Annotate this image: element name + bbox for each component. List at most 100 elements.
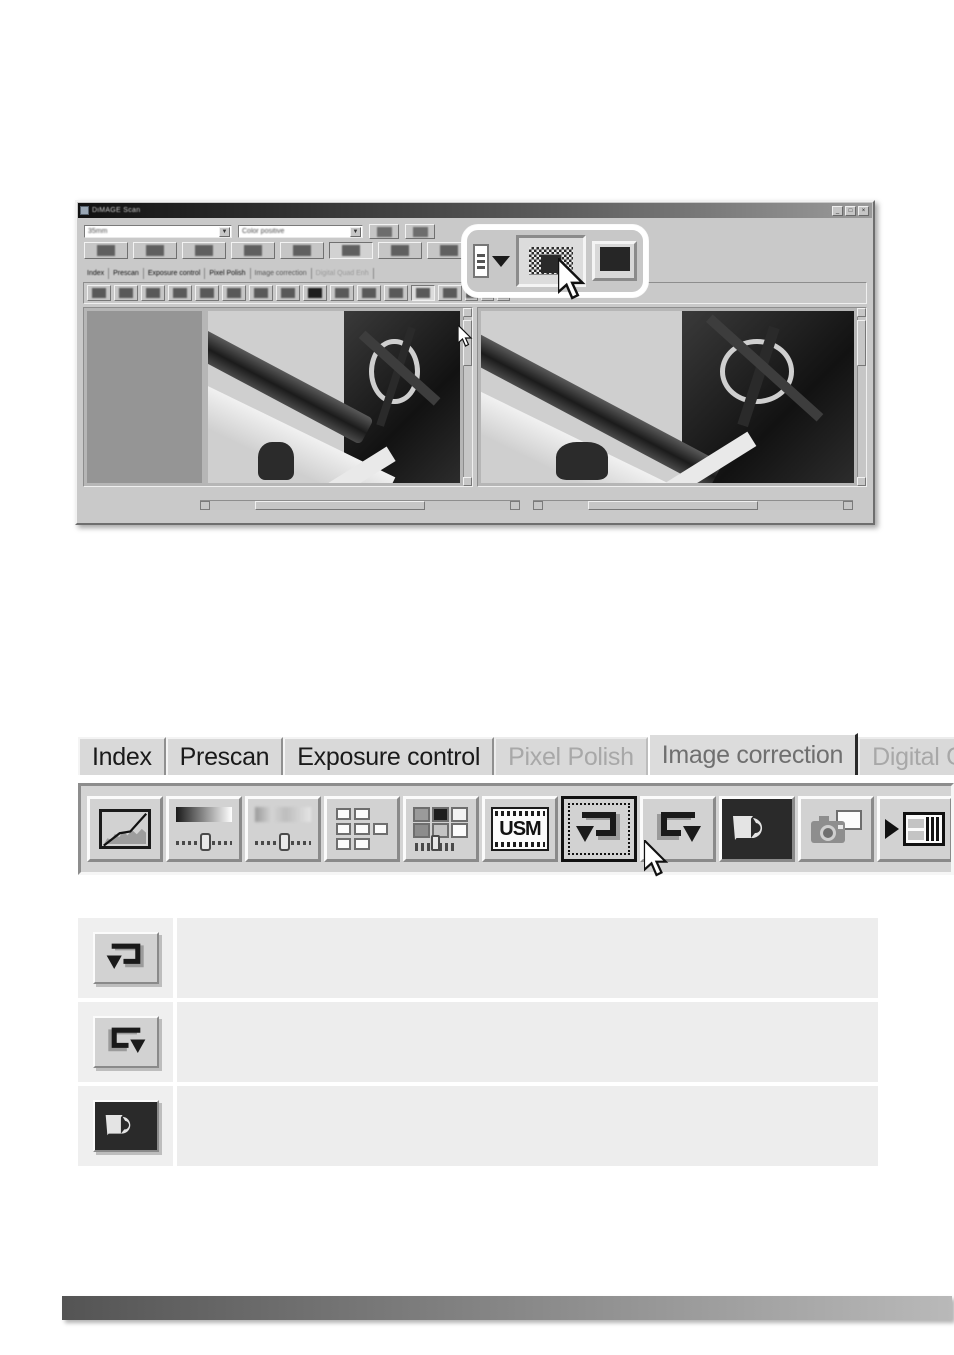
hue-saturation-button[interactable] (245, 796, 321, 862)
tone-curve-histogram-button[interactable] (87, 796, 163, 862)
film-format-combo[interactable]: 35mm ▼ (84, 225, 232, 238)
batch-button[interactable] (877, 796, 951, 862)
close-button[interactable]: × (858, 205, 869, 216)
film-type-combo[interactable]: Color positive ▼ (238, 225, 363, 238)
monitor-button[interactable] (405, 224, 435, 239)
undo-arrow-icon (576, 812, 620, 842)
toolbar-button-variation[interactable] (168, 285, 192, 301)
redo-button[interactable] (92, 1016, 159, 1068)
settings-button[interactable] (369, 224, 399, 239)
film-type-value: Color positive (242, 228, 285, 235)
tab-bar: Index Prescan Exposure control Pixel Pol… (78, 733, 954, 775)
chevron-down-icon[interactable] (492, 255, 510, 267)
play-film-icon (885, 807, 945, 851)
table-row (78, 918, 878, 998)
scroll-down-arrow[interactable] (463, 477, 472, 486)
dithered-preview-button[interactable] (516, 235, 587, 287)
tab-pixel-polish[interactable]: Pixel Polish (494, 737, 648, 775)
window-tab-pixel-polish[interactable]: Pixel Polish (205, 268, 251, 279)
undo-icon (254, 288, 268, 298)
chevron-down-icon[interactable]: ▼ (219, 227, 230, 237)
reset-button[interactable] (92, 1100, 159, 1152)
toolbar-button-monitor[interactable] (438, 285, 462, 301)
toolbar-button-brightness-contrast[interactable] (114, 285, 138, 301)
toolbar-button-tone-curve[interactable] (87, 285, 111, 301)
reset-button[interactable] (719, 796, 795, 862)
scroll-up-arrow[interactable] (463, 308, 472, 317)
image-correction-toolbar: USM (78, 783, 954, 875)
reset-icon (308, 288, 322, 298)
toolbar-button-hue-saturation[interactable] (141, 285, 165, 301)
undo-button[interactable] (92, 932, 159, 984)
window-tab-image-correction[interactable]: Image correction (251, 268, 312, 279)
brightness-contrast-button[interactable] (166, 796, 242, 862)
legend-icon-cell (78, 1086, 173, 1166)
maximize-button[interactable]: □ (845, 205, 856, 216)
window-tab-digital-quad[interactable]: Digital Quad Enh (312, 268, 374, 279)
monitor-icon (443, 288, 457, 298)
toolbar-button-redo[interactable] (276, 285, 300, 301)
toolbar-button-selective-color[interactable] (195, 285, 219, 301)
rotate-button[interactable] (280, 242, 324, 259)
toolbar-button-undo[interactable] (249, 285, 273, 301)
redo-button[interactable] (640, 796, 716, 862)
tab-prescan[interactable]: Prescan (165, 737, 284, 775)
toolbar-button-reset[interactable] (303, 285, 327, 301)
callout-dropdown-group[interactable] (473, 244, 510, 278)
tab-exposure-control[interactable]: Exposure control (283, 737, 495, 775)
camera-icon (335, 288, 349, 298)
unsharp-mask-button[interactable]: USM (482, 796, 558, 862)
scroll-right-arrow[interactable] (510, 501, 520, 510)
selective-color-button[interactable] (403, 796, 479, 862)
toolbar-button-fit[interactable] (357, 285, 381, 301)
scroll-left-arrow[interactable] (200, 501, 210, 510)
scan-button[interactable] (182, 242, 226, 259)
hue-saturation-icon (255, 807, 311, 851)
toolbar-button-usm[interactable] (222, 285, 246, 301)
chevron-down-icon[interactable]: ▼ (350, 227, 361, 237)
gear-icon (376, 226, 392, 237)
prescan-button[interactable] (133, 242, 177, 259)
minimize-button[interactable]: _ (832, 205, 843, 216)
grid-button[interactable] (329, 242, 373, 259)
window-tab-index[interactable]: Index (83, 268, 110, 279)
brightness-contrast-icon (119, 288, 133, 298)
scrollbar-thumb[interactable] (857, 320, 866, 366)
empty-thumbnail-panel (87, 311, 202, 483)
window-tab-exposure-control[interactable]: Exposure control (144, 268, 206, 279)
window-controls[interactable]: _ □ × (832, 205, 870, 216)
variation-button[interactable] (324, 796, 400, 862)
footer-gradient-bar (62, 1296, 952, 1320)
snapshot-button[interactable] (798, 796, 874, 862)
horizontal-scrollbar[interactable] (533, 500, 853, 510)
scroll-up-arrow[interactable] (857, 308, 866, 317)
undo-button[interactable] (561, 796, 637, 862)
help-icon (440, 245, 458, 256)
tab-image-correction[interactable]: Image correction (647, 733, 859, 775)
after-image-pane[interactable] (477, 307, 867, 487)
scroll-right-arrow[interactable] (843, 501, 853, 510)
undo-arrow-icon (106, 943, 144, 969)
monitor-button[interactable] (592, 241, 637, 281)
eject-button[interactable] (231, 242, 275, 259)
index-scan-button[interactable] (84, 242, 128, 259)
save-button[interactable] (378, 242, 422, 259)
window-tab-prescan[interactable]: Prescan (109, 268, 144, 279)
scroll-left-arrow[interactable] (533, 501, 543, 510)
usm-icon: USM (491, 807, 549, 851)
toolbar-button-snapshot[interactable] (330, 285, 354, 301)
tab-digital-grain[interactable]: Digital Gra (858, 737, 954, 775)
scrollbar-thumb[interactable] (463, 320, 472, 366)
tab-index[interactable]: Index (78, 737, 166, 775)
toolbar-button-dither-preview[interactable] (411, 285, 435, 301)
before-image-pane[interactable] (83, 307, 473, 487)
after-photo[interactable] (481, 311, 854, 483)
scrollbar-thumb[interactable] (255, 501, 425, 510)
scrollbar-thumb[interactable] (588, 501, 758, 510)
toolbar-button-zoom[interactable] (384, 285, 408, 301)
vertical-scrollbar[interactable] (463, 308, 472, 486)
scroll-down-arrow[interactable] (857, 477, 866, 486)
vertical-scrollbar[interactable] (857, 308, 866, 486)
horizontal-scrollbar[interactable] (200, 500, 520, 510)
before-photo[interactable] (208, 311, 460, 483)
